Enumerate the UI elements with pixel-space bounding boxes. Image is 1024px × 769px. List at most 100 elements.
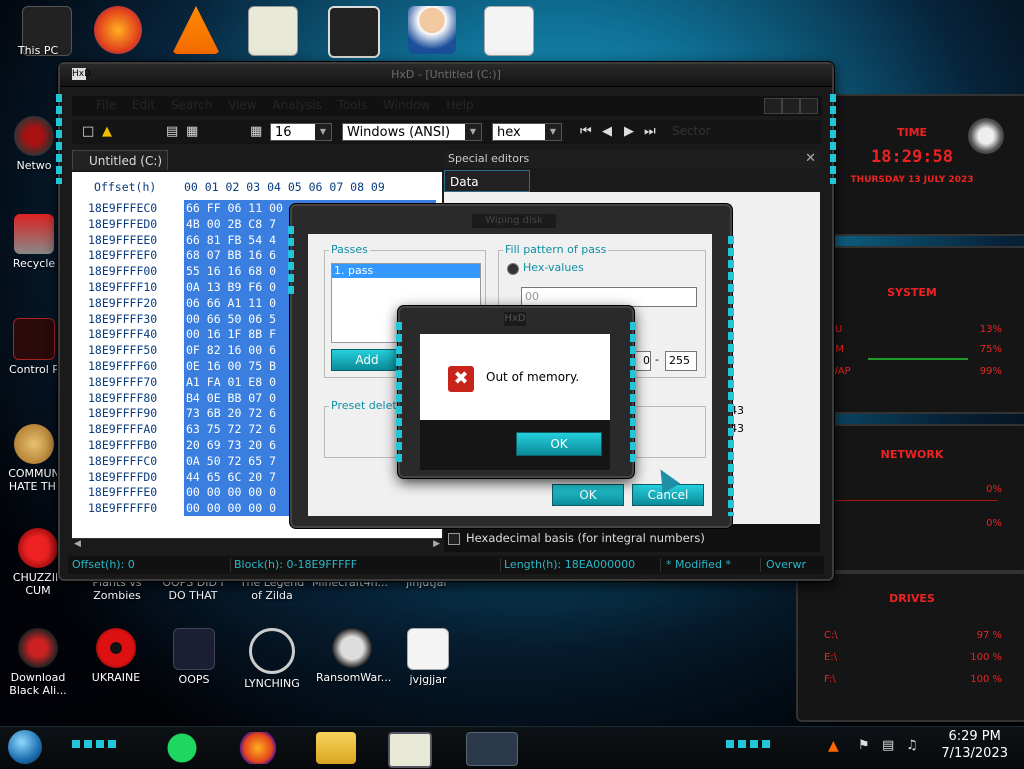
scroll-right-icon[interactable]: ▶ — [433, 539, 440, 549]
drives-gadget: DRIVES C:\ 97 % E:\ 100 % F:\ 100 % — [796, 572, 1024, 722]
menu-window[interactable]: Window — [377, 96, 436, 112]
menu-tools[interactable]: Tools — [332, 96, 374, 112]
mdi-close-button[interactable] — [800, 98, 818, 114]
hxd-left-accent — [56, 94, 62, 184]
save-icon[interactable]: ▤ — [166, 124, 178, 139]
charset-select[interactable]: Windows (ANSI) ▼ — [342, 123, 482, 141]
menu-help[interactable]: Help — [440, 96, 479, 112]
mdi-restore-button[interactable] — [782, 98, 800, 114]
horizontal-scrollbar[interactable]: ◀ ▶ — [72, 538, 442, 553]
ram-icon[interactable]: ▦ — [186, 124, 198, 139]
tray-flag-icon[interactable]: ⚑ — [858, 738, 870, 753]
next-sector-icon[interactable]: ▶ — [624, 124, 634, 139]
tab-data-inspector[interactable]: Data inspector — [444, 170, 530, 211]
lynching-desktop-icon[interactable]: LYNCHING — [240, 628, 304, 690]
java-desktop-icon[interactable] — [484, 6, 534, 56]
net-down-value: 0% — [986, 518, 1002, 529]
drive-c-pct: 97 % — [976, 630, 1002, 641]
taskbar-explorer-icon[interactable] — [316, 732, 356, 764]
hex-values-radio[interactable] — [507, 263, 519, 275]
ransomware-label: RansomWar... — [316, 671, 392, 684]
status-offset: Offset(h): 0 — [72, 558, 135, 571]
tray-volume-icon[interactable]: ♫ — [906, 738, 918, 753]
wipe-ok-button[interactable]: OK — [552, 484, 624, 506]
msg-left-accent — [396, 322, 402, 462]
maze-desktop-icon[interactable] — [328, 6, 380, 58]
last-sector-icon[interactable]: ⏭ — [644, 124, 656, 139]
columns-select[interactable]: 16 ▼ — [270, 123, 332, 141]
hxd-app-icon: HxD — [72, 68, 92, 80]
error-icon: ✖ — [448, 366, 474, 392]
pass-item[interactable]: 1. pass — [332, 264, 480, 278]
skull-icon — [332, 628, 372, 668]
download-black-alien-desktop-icon[interactable]: Download Black Ali... — [6, 628, 70, 697]
status-block: Block(h): 0-18E9FFFFF — [234, 558, 358, 571]
menu-view[interactable]: View — [222, 96, 262, 112]
hex-values-input[interactable]: 00 — [521, 287, 697, 307]
recycle-label: Recycle — [12, 257, 56, 270]
control-panel-desktop-icon[interactable]: Control P — [2, 318, 66, 376]
hxd-desktop-icon[interactable] — [248, 6, 298, 56]
range-separator: - — [655, 353, 659, 366]
scroll-left-icon[interactable]: ◀ — [74, 539, 81, 549]
columns-icon: ▦ — [250, 124, 263, 139]
status-divider — [760, 558, 761, 572]
sector-label: Sector — [672, 124, 711, 138]
doctor-desktop-icon[interactable] — [408, 6, 456, 54]
prev-sector-icon[interactable]: ◀ — [602, 124, 612, 139]
alien-head-icon — [968, 118, 1004, 154]
hex-row-offset: 18E9FFFF70 — [88, 374, 158, 389]
taskbar-hxd-icon[interactable] — [388, 732, 432, 768]
message-ok-button[interactable]: OK — [516, 432, 602, 456]
oops-icon — [173, 628, 215, 670]
start-button[interactable] — [8, 730, 42, 764]
taskbar-firefox-icon[interactable] — [238, 732, 278, 764]
hxd-title-bar[interactable]: HxD HxD - [Untitled (C:)] — [60, 64, 832, 87]
taskbar-spotify-icon[interactable] — [162, 732, 202, 764]
special-editors-header: Special editors ✕ — [444, 150, 820, 168]
chevron-down-icon: ▼ — [315, 124, 331, 140]
lynching-label: LYNCHING — [244, 677, 300, 690]
document-tabs: Untitled (C:) — [72, 150, 442, 170]
jvjgjjar-desktop-icon[interactable]: jvjgjjar — [396, 628, 460, 686]
wipe-left-accent — [288, 226, 294, 296]
wipe-right-accent — [728, 236, 734, 516]
mdi-minimize-button[interactable] — [764, 98, 782, 114]
this-pc-icon[interactable]: This PC — [6, 44, 70, 57]
columns-value: 16 — [275, 125, 292, 140]
ransomware-desktop-icon[interactable]: RansomWar... — [316, 628, 392, 684]
error-message-box[interactable]: HxD ✖ Out of memory. OK — [396, 306, 636, 478]
tab-untitled[interactable]: Untitled (C:) — [72, 150, 168, 170]
tray-update-icon[interactable]: ▲ — [828, 738, 839, 754]
hex-values-label: Hex-values — [523, 261, 584, 274]
firefox-desktop-icon[interactable] — [94, 6, 142, 54]
drive-f-label: F:\ — [824, 674, 836, 685]
hex-basis-checkbox[interactable] — [448, 533, 460, 545]
commun-desktop-icon[interactable]: COMMUN HATE THI — [2, 424, 66, 493]
menu-file[interactable]: File — [90, 96, 122, 112]
range-to-input[interactable]: 255 — [665, 351, 697, 371]
taskbar-monitor-icon[interactable] — [466, 732, 518, 766]
new-file-icon[interactable]: □ — [82, 124, 94, 139]
menu-edit[interactable]: Edit — [126, 96, 161, 112]
menu-search[interactable]: Search — [165, 96, 218, 112]
hex-row-offset: 18E9FFFFA0 — [88, 422, 158, 437]
display-select[interactable]: hex ▼ — [492, 123, 562, 141]
noose-icon — [249, 628, 295, 674]
tray-network-icon[interactable]: ▤ — [882, 738, 894, 753]
hex-basis-label: Hexadecimal basis (for integral numbers) — [466, 531, 705, 545]
chevron-down-icon: ▼ — [545, 124, 561, 140]
recycle-desktop-icon[interactable]: Recycle — [2, 214, 66, 270]
hex-row-offset: 18E9FFFF00 — [88, 264, 158, 279]
first-sector-icon[interactable]: ⏮ — [580, 124, 592, 139]
fill-pattern-label: Fill pattern of pass — [503, 243, 609, 256]
menu-bar: File Edit Search View Analysis Tools Win… — [72, 96, 822, 116]
download-black-alien-icon — [18, 628, 58, 668]
add-pass-button[interactable]: Add — [331, 349, 403, 371]
oops-desktop-icon[interactable]: OOPS — [162, 628, 226, 686]
taskbar-clock[interactable]: 6:29 PM 7/13/2023 — [941, 728, 1008, 762]
ukraine-desktop-icon[interactable]: UKRAINE — [84, 628, 148, 684]
open-folder-icon[interactable]: ▲ — [102, 124, 112, 139]
close-icon[interactable]: ✕ — [805, 150, 816, 168]
menu-analysis[interactable]: Analysis — [266, 96, 327, 112]
